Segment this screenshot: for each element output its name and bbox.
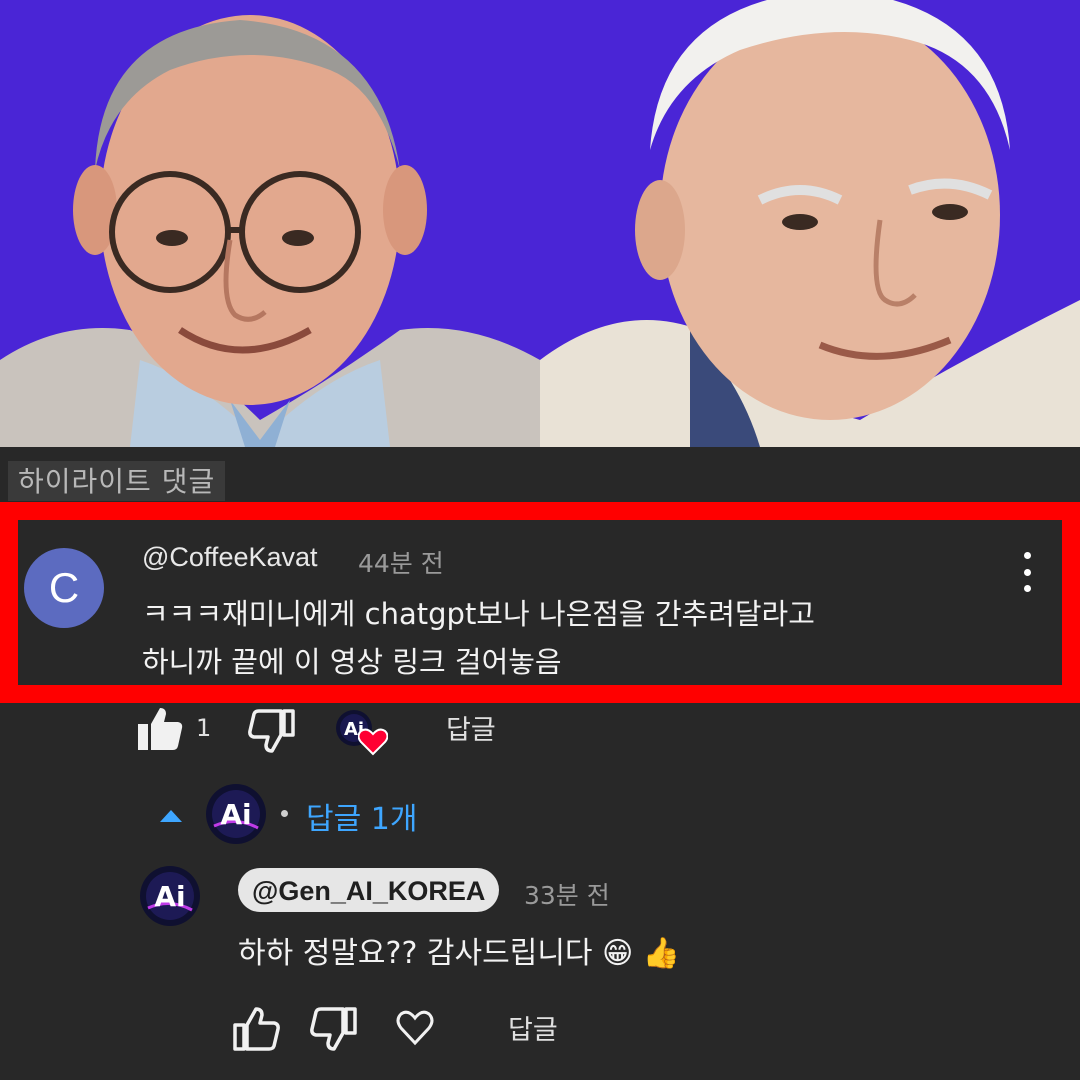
creator-avatar: Ai xyxy=(206,784,266,844)
heart-button[interactable] xyxy=(396,1010,434,1050)
comment-actions: 1 Ai 답글 xyxy=(136,706,736,756)
replies-toggle[interactable]: Ai 답글 1개 xyxy=(156,782,556,846)
like-button[interactable] xyxy=(232,1006,280,1056)
heart-icon xyxy=(358,728,388,756)
reply-button[interactable]: 답글 xyxy=(446,708,496,747)
highlighted-comment: C @CoffeeKavat 44분 전 ㅋㅋㅋ재미니에게 chatgpt보나 … xyxy=(0,502,1080,703)
reply-actions: 답글 xyxy=(232,1002,832,1058)
reply-timestamp: 33분 전 xyxy=(524,881,610,910)
comment-text-line: ㅋㅋㅋ재미니에게 chatgpt보나 나은점을 간추려달라고 xyxy=(142,597,815,631)
ai-logo-icon: Ai xyxy=(140,866,200,926)
reply-button[interactable]: 답글 xyxy=(508,1008,558,1047)
avatar[interactable]: Ai xyxy=(140,866,200,926)
thumbs-up-icon xyxy=(233,1007,280,1051)
comment-timestamp: 44분 전 xyxy=(358,549,444,578)
avatar[interactable]: C xyxy=(24,548,104,628)
heart-outline-icon xyxy=(396,1010,434,1046)
reply-count[interactable]: 답글 1개 xyxy=(306,794,417,838)
thumbs-down-icon xyxy=(248,709,295,753)
highlighted-comment-label: 하이라이트 댓글 xyxy=(8,461,226,501)
svg-text:Ai: Ai xyxy=(154,880,185,913)
comment-author[interactable]: @CoffeeKavat xyxy=(142,542,318,573)
ai-logo-icon: Ai xyxy=(206,784,266,844)
comment-text: ㅋㅋㅋ재미니에게 chatgpt보나 나은점을 간추려달라고 하니까 끝에 이 … xyxy=(142,590,1002,686)
reply-item: Ai @Gen_AI_KOREA 33분 전 하하 정말요?? 감사드립니다 😁… xyxy=(140,866,1040,986)
like-button[interactable] xyxy=(136,706,184,756)
more-options-icon[interactable] xyxy=(1012,552,1042,592)
dislike-button[interactable] xyxy=(248,708,296,758)
creator-heart-badge[interactable]: Ai xyxy=(336,708,392,758)
like-count: 1 xyxy=(196,714,212,742)
comment-text-line: 하니까 끝에 이 영상 링크 걸어놓음 xyxy=(142,645,562,679)
separator-dot xyxy=(281,810,288,817)
reply-text: 하하 정말요?? 감사드립니다 😁 👍 xyxy=(238,936,681,971)
dislike-button[interactable] xyxy=(310,1006,358,1056)
thumbs-down-icon xyxy=(310,1007,357,1051)
caret-up-icon xyxy=(160,810,182,822)
thumbs-up-filled-icon xyxy=(138,708,183,750)
svg-text:Ai: Ai xyxy=(220,798,251,831)
reply-author-chip[interactable]: @Gen_AI_KOREA xyxy=(238,868,500,912)
video-thumbnail xyxy=(0,0,1080,447)
